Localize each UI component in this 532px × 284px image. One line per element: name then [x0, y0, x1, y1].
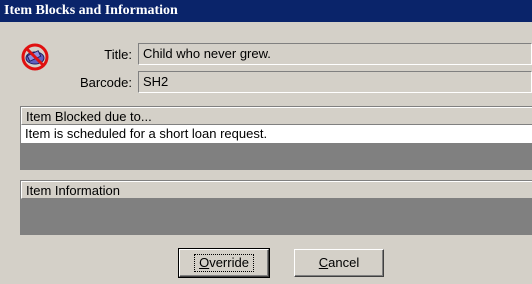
item-information-panel: Item Information: [20, 180, 532, 235]
dialog-title: Item Blocks and Information: [4, 3, 178, 18]
blocked-reasons-panel: Item Blocked due to... Item is scheduled…: [20, 106, 532, 170]
blocked-item-icon: [20, 42, 50, 72]
cancel-button[interactable]: Cancel: [294, 249, 384, 277]
barcode-field[interactable]: SH2: [138, 71, 532, 93]
override-button[interactable]: Override: [178, 248, 270, 278]
item-information-header: Item Information: [21, 181, 532, 199]
cancel-button-label: Cancel: [318, 255, 360, 270]
override-button-label: Override: [194, 254, 254, 272]
barcode-label: Barcode:: [79, 75, 132, 90]
dialog-titlebar: Item Blocks and Information: [0, 0, 532, 22]
title-label: Title:: [104, 47, 132, 62]
blocked-reasons-header: Item Blocked due to...: [21, 107, 532, 125]
blocked-reason-row[interactable]: Item is scheduled for a short loan reque…: [21, 125, 532, 143]
title-field[interactable]: Child who never grew.: [138, 43, 532, 65]
